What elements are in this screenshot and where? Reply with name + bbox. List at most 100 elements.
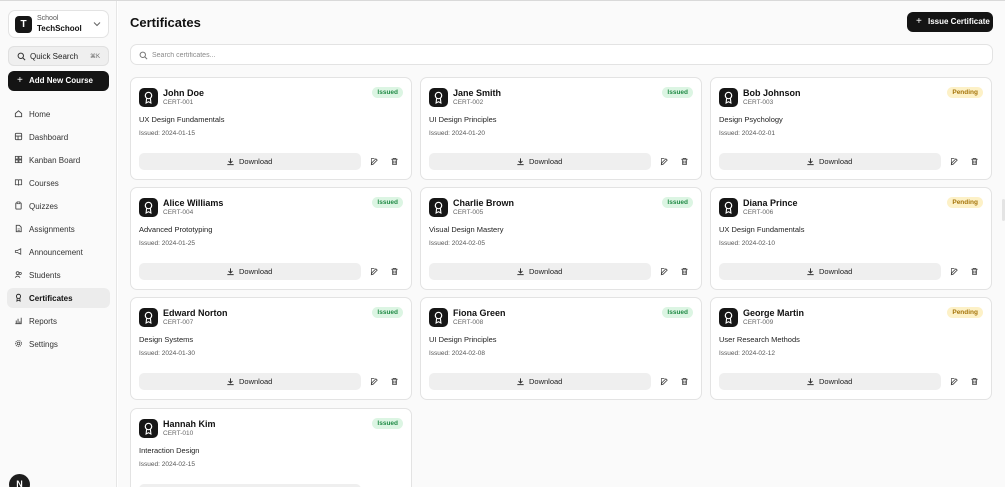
trash-icon[interactable] [970,377,979,386]
school-switcher[interactable]: T School TechSchool [8,10,109,38]
sidebar-item-assignments[interactable]: Assignments [7,219,110,239]
edit-icon[interactable] [370,267,379,276]
certificate-icon [139,308,158,327]
download-label: Download [239,267,273,276]
download-button[interactable]: Download [429,373,651,390]
status-badge: Pending [947,87,983,98]
recipient-name: Fiona Green [453,308,506,318]
award-icon [434,311,443,324]
edit-icon[interactable] [950,267,959,276]
certificate-card: Bob Johnson CERT-003 Pending Design Psychol… [710,77,992,180]
trash-icon[interactable] [970,157,979,166]
search-input[interactable] [152,48,952,62]
home-icon [14,110,23,118]
sidebar-item-kanban-board[interactable]: Kanban Board [7,150,110,170]
trash-icon[interactable] [390,157,399,166]
plus-icon: + [916,16,922,27]
add-new-course-button[interactable]: + Add New Course [8,71,109,91]
sidebar: T School TechSchool Quick Search ⌘K + Ad… [0,1,117,487]
edit-icon[interactable] [950,157,959,166]
download-button[interactable]: Download [429,263,651,280]
course-name: Interaction Design [139,446,200,455]
download-icon [807,378,814,386]
sidebar-item-certificates[interactable]: Certificates [7,288,110,308]
download-label: Download [819,377,853,386]
download-button[interactable]: Download [719,373,941,390]
quick-search-shortcut: ⌘K [89,54,100,60]
download-label: Download [529,157,563,166]
edit-icon[interactable] [370,157,379,166]
download-label: Download [239,157,273,166]
certificate-card: Charlie Brown CERT-005 Issued Visual Design… [420,187,702,290]
issued-date: Issued: 2024-02-10 [719,240,776,247]
sidebar-item-settings[interactable]: Settings [7,334,110,354]
clipboard-icon [15,201,22,210]
award-icon [144,422,153,435]
sidebar-item-label: Assignments [29,225,75,234]
download-button[interactable]: Download [719,263,941,280]
sidebar-item-label: Dashboard [29,133,69,142]
users-icon [14,271,22,278]
certificate-card: Edward Norton CERT-007 Issued Design System… [130,297,412,400]
trash-icon[interactable] [680,377,689,386]
quick-search-button[interactable]: Quick Search ⌘K [8,46,109,66]
issue-certificate-button[interactable]: + Issue Certificate [907,12,993,32]
status-badge: Issued [372,418,403,429]
sidebar-item-courses[interactable]: Courses [7,173,110,193]
sidebar-item-quizzes[interactable]: Quizzes [7,196,110,216]
course-name: Design Systems [139,335,194,344]
certificate-id: CERT-008 [453,319,484,326]
trash-icon[interactable] [970,267,979,276]
avatar[interactable]: N [9,474,30,487]
certificate-icon [139,88,158,107]
course-name: User Research Methods [719,335,800,344]
download-button[interactable]: Download [139,373,361,390]
edit-icon[interactable] [660,157,669,166]
download-icon [227,158,234,166]
download-label: Download [819,157,853,166]
certificate-icon [139,419,158,438]
recipient-name: Diana Prince [743,198,798,208]
sidebar-item-home[interactable]: Home [7,104,110,124]
sidebar-item-announcement[interactable]: Announcement [7,242,110,262]
download-button[interactable]: Download [139,153,361,170]
download-icon [517,268,524,276]
issued-date: Issued: 2024-02-12 [719,350,776,357]
sidebar-item-dashboard[interactable]: Dashboard [7,127,110,147]
sidebar-item-students[interactable]: Students [7,265,110,285]
sidebar-item-label: Kanban Board [29,156,81,165]
trash-icon[interactable] [680,157,689,166]
certificate-id: CERT-003 [743,99,774,106]
award-icon [15,293,22,302]
edit-icon[interactable] [950,377,959,386]
edit-icon[interactable] [660,377,669,386]
issued-date: Issued: 2024-02-15 [139,461,196,468]
sidebar-item-reports[interactable]: Reports [7,311,110,331]
download-button[interactable]: Download [719,153,941,170]
trash-icon[interactable] [390,377,399,386]
award-icon [724,201,733,214]
sidebar-item-label: Courses [29,179,59,188]
issue-certificate-label: Issue Certificate [928,17,990,26]
edit-icon[interactable] [370,377,379,386]
certificate-icon [139,198,158,217]
school-logo: T [15,16,32,33]
trash-icon[interactable] [680,267,689,276]
download-button[interactable]: Download [429,153,651,170]
main-content: Certificates + Issue Certificate John Do… [118,1,1005,487]
download-label: Download [239,377,273,386]
issued-date: Issued: 2024-02-08 [429,350,486,357]
award-icon [724,311,733,324]
award-icon [724,91,733,104]
status-badge: Issued [662,87,693,98]
certificate-card: Diana Prince CERT-006 Pending UX Design Fun… [710,187,992,290]
download-button[interactable]: Download [139,263,361,280]
trash-icon[interactable] [390,267,399,276]
edit-icon[interactable] [660,267,669,276]
course-name: Design Psychology [719,115,783,124]
sidebar-item-label: Certificates [29,294,73,303]
recipient-name: Hannah Kim [163,419,216,429]
recipient-name: Bob Johnson [743,88,801,98]
status-badge: Issued [662,197,693,208]
download-label: Download [529,377,563,386]
